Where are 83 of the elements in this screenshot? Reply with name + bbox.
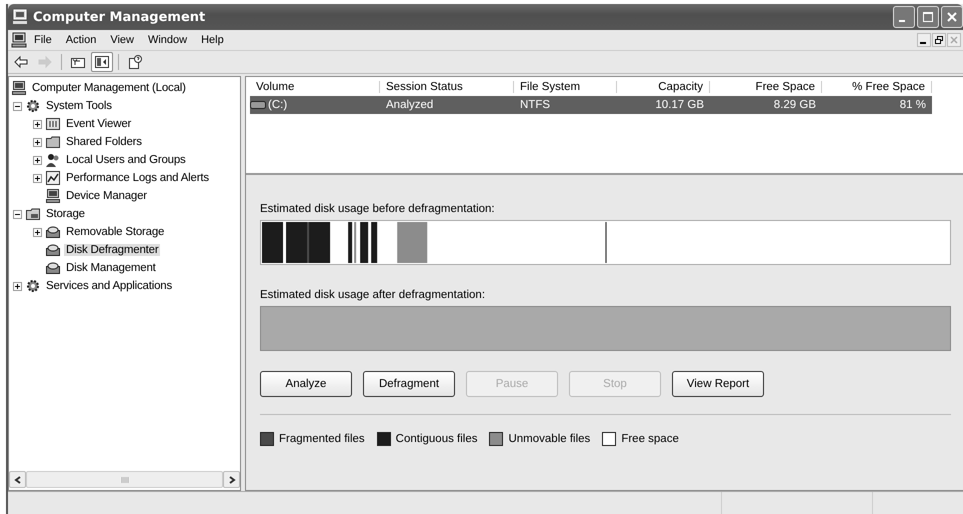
disk-icon bbox=[45, 260, 61, 276]
legend-label: Contiguous files bbox=[396, 433, 478, 445]
tree-item[interactable]: Services and Applications bbox=[44, 280, 174, 292]
drive-icon bbox=[250, 100, 266, 110]
legend-label: Unmovable files bbox=[508, 433, 590, 445]
table-cell: 81 % bbox=[900, 99, 926, 111]
column-header[interactable]: Free Space bbox=[710, 80, 822, 92]
maximize-icon bbox=[921, 10, 935, 24]
table-cell: (C:) bbox=[268, 99, 288, 111]
computer-icon bbox=[45, 188, 61, 204]
tree-item[interactable]: Local Users and Groups bbox=[64, 154, 188, 166]
column-header[interactable]: Session Status bbox=[380, 80, 514, 92]
left-arrow-icon bbox=[13, 54, 29, 70]
column-header[interactable]: File System bbox=[514, 80, 617, 92]
tree-item[interactable]: Disk Defragmenter bbox=[64, 244, 160, 256]
disk-icon bbox=[45, 224, 61, 240]
minimize-icon bbox=[920, 42, 926, 44]
tree-item[interactable]: Shared Folders bbox=[64, 136, 144, 148]
action-button[interactable]: Defragment bbox=[363, 371, 455, 397]
menu-item[interactable]: Help bbox=[194, 34, 231, 46]
tree-item[interactable]: Disk Management bbox=[64, 262, 158, 274]
computer-icon bbox=[11, 32, 27, 48]
minimize-button[interactable] bbox=[917, 33, 931, 47]
scroll-right-button[interactable] bbox=[223, 471, 240, 488]
gear-icon bbox=[25, 278, 41, 294]
action-button[interactable]: View Report bbox=[672, 371, 764, 397]
close-button[interactable] bbox=[941, 6, 963, 28]
tree-item[interactable]: Performance Logs and Alerts bbox=[64, 172, 211, 184]
tree-item[interactable]: Storage bbox=[44, 208, 87, 220]
section-label: Estimated disk usage before defragmentation: bbox=[260, 203, 496, 215]
close-icon bbox=[945, 10, 959, 24]
table-cell: Analyzed bbox=[386, 99, 434, 111]
menu-item[interactable]: View bbox=[103, 34, 141, 46]
pane-toggle-icon bbox=[94, 54, 110, 70]
menu-item[interactable]: Window bbox=[140, 34, 194, 46]
table-cell: 10.17 GB bbox=[655, 99, 704, 111]
expand-toggle[interactable] bbox=[13, 282, 22, 290]
volume-row[interactable]: (C:) Analyzed NTFS 10.17 GB 8.29 GB 81 % bbox=[250, 96, 932, 114]
storage-icon bbox=[25, 206, 41, 222]
folder-icon bbox=[45, 134, 61, 150]
log-icon bbox=[45, 116, 61, 132]
menu-item[interactable]: File bbox=[27, 34, 59, 46]
column-header[interactable]: % Free Space bbox=[822, 80, 932, 92]
minimize-icon bbox=[899, 20, 905, 22]
action-button[interactable]: Analyze bbox=[260, 371, 352, 397]
tree-item[interactable]: Device Manager bbox=[64, 190, 149, 202]
computer-icon bbox=[12, 9, 28, 25]
collapse-toggle[interactable] bbox=[13, 210, 22, 218]
section-label: Estimated disk usage after defragmentation: bbox=[260, 289, 486, 301]
column-header[interactable]: Capacity bbox=[617, 80, 710, 92]
tree-item[interactable]: Removable Storage bbox=[64, 226, 166, 238]
expand-toggle[interactable] bbox=[33, 138, 42, 146]
menu-item[interactable]: Action bbox=[58, 34, 104, 46]
table-cell: NTFS bbox=[520, 99, 550, 111]
restore-icon bbox=[934, 35, 944, 45]
help-icon bbox=[127, 54, 143, 70]
tree-item[interactable]: Computer Management (Local) bbox=[30, 82, 188, 94]
restore-button[interactable] bbox=[932, 33, 946, 47]
expand-toggle[interactable] bbox=[33, 174, 42, 182]
chevron-right-icon bbox=[228, 476, 236, 484]
table-cell: 8.29 GB bbox=[774, 99, 816, 111]
collapse-toggle[interactable] bbox=[13, 102, 22, 110]
tree-item[interactable]: Event Viewer bbox=[64, 118, 134, 130]
expand-toggle[interactable] bbox=[33, 228, 42, 236]
column-header[interactable]: Volume bbox=[250, 80, 380, 92]
chart-icon bbox=[45, 170, 61, 186]
computer-icon bbox=[11, 80, 27, 96]
legend-label: Free space bbox=[621, 433, 679, 445]
gear-icon bbox=[25, 98, 41, 114]
scroll-left-button[interactable] bbox=[9, 471, 26, 488]
scrollbar-thumb[interactable] bbox=[26, 471, 223, 488]
users-icon bbox=[45, 152, 61, 168]
expand-toggle[interactable] bbox=[33, 120, 42, 128]
maximize-button[interactable] bbox=[917, 6, 939, 28]
tree-item[interactable]: System Tools bbox=[44, 100, 114, 112]
chevron-left-icon bbox=[14, 476, 22, 484]
console-tree-button[interactable] bbox=[91, 52, 113, 72]
disk-icon bbox=[45, 242, 61, 258]
right-arrow-icon bbox=[37, 54, 53, 70]
window-title: Computer Management bbox=[33, 10, 206, 24]
expand-toggle[interactable] bbox=[33, 156, 42, 164]
close-icon bbox=[949, 35, 959, 45]
legend-label: Fragmented files bbox=[279, 433, 365, 445]
